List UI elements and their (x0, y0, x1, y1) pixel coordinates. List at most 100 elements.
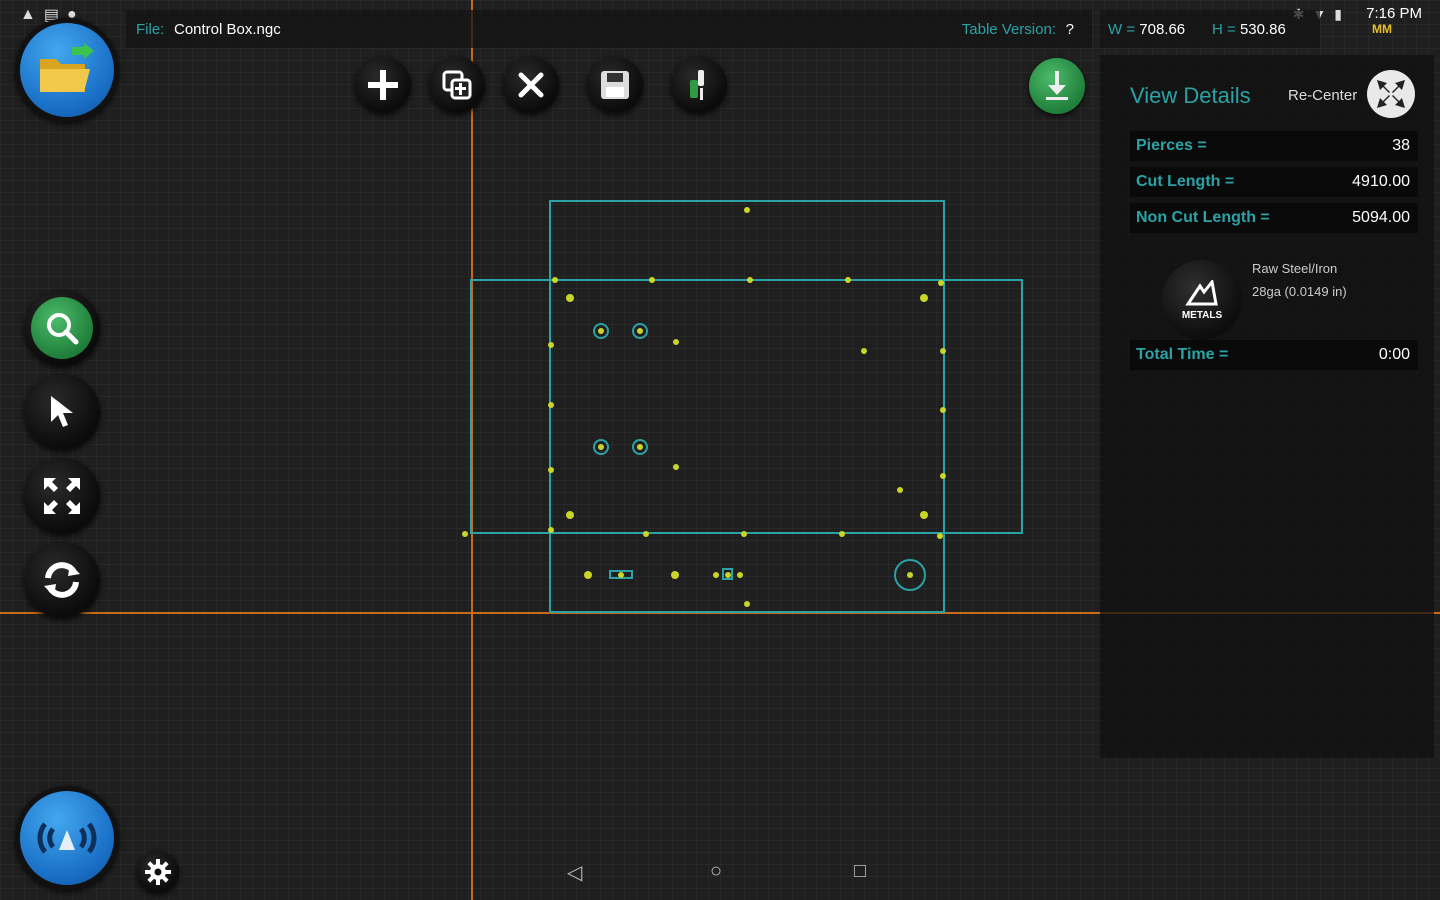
fit-view-button[interactable] (24, 458, 100, 534)
hole-outline (593, 323, 609, 339)
pierce-point (940, 473, 946, 479)
select-pointer-icon (51, 396, 73, 427)
duplicate-icon (442, 70, 472, 100)
wireless-machine-icon (37, 822, 97, 854)
machine-control-button[interactable] (15, 786, 119, 890)
pierce-point (548, 467, 554, 473)
drawing-canvas[interactable] (0, 0, 1440, 900)
hole-outline (632, 439, 648, 455)
pierce-point (920, 294, 928, 302)
download-button[interactable] (1029, 58, 1085, 114)
pierce-point (839, 531, 845, 537)
cut-length-value: 4910.00 (1352, 173, 1410, 190)
pierce-point (938, 280, 944, 286)
file-name: Control Box.ngc (174, 21, 281, 38)
pierce-point (725, 572, 731, 578)
material-logo-icon (1185, 279, 1218, 305)
pierce-point (548, 342, 554, 348)
zoom-icon (47, 313, 79, 345)
non-cut-length-label: Non Cut Length = (1136, 209, 1270, 226)
pierce-point (747, 277, 753, 283)
recenter-button[interactable] (1367, 70, 1415, 118)
pierce-point (552, 277, 558, 283)
pierce-point (741, 531, 747, 537)
pierce-point (584, 571, 592, 579)
pierce-point (548, 527, 554, 533)
large-hole-outline (894, 559, 926, 591)
add-button[interactable] (355, 57, 411, 113)
right-flap-outline (943, 279, 1023, 534)
y-axis-guide (471, 0, 473, 900)
slot-outline (609, 570, 633, 579)
pierce-point (643, 531, 649, 537)
pierce-point (649, 277, 655, 283)
small-slot-outline (722, 568, 733, 580)
pierce-point (861, 348, 867, 354)
pierce-point (940, 407, 946, 413)
material-gauge: 28ga (0.0149 in) (1252, 284, 1347, 299)
non-cut-length-value: 5094.00 (1352, 209, 1410, 226)
pierce-point (598, 444, 604, 450)
material-button[interactable]: METALS (1162, 260, 1242, 340)
pierce-point (637, 444, 643, 450)
height-value: 530.86 (1239, 21, 1286, 38)
gear-icon (145, 859, 171, 885)
width-value: 708.66 (1139, 21, 1186, 38)
table-version-value: ? (1065, 21, 1074, 38)
back-nav-icon[interactable]: ◁ (567, 860, 582, 885)
fit-view-icon (44, 478, 80, 514)
select-button[interactable] (24, 374, 100, 450)
material-name: Raw Steel/Iron (1252, 261, 1338, 276)
pierce-point (937, 533, 943, 539)
refresh-button[interactable] (24, 542, 100, 618)
height-readout: H = 530.86 (1212, 21, 1286, 38)
pierce-point (673, 339, 679, 345)
dimensions-bar: W = 708.66 H = 530.86 (1100, 10, 1320, 48)
add-icon (368, 70, 398, 100)
pierce-point (940, 348, 946, 354)
hole-outline (593, 439, 609, 455)
pierce-point (618, 572, 624, 578)
home-nav-icon[interactable]: ○ (710, 860, 722, 883)
unit-badge[interactable]: MM (1372, 22, 1392, 36)
pierce-point (671, 571, 679, 579)
height-label: H = (1212, 21, 1236, 38)
view-details-panel: View Details Re-Center Pierces = 38 Cut … (1100, 55, 1434, 758)
zoom-button-face (31, 297, 93, 359)
pierce-point (566, 511, 574, 519)
recenter-label: Re-Center (1288, 87, 1358, 104)
duplicate-button[interactable] (429, 57, 485, 113)
view-details-title[interactable]: View Details (1130, 83, 1251, 109)
zoom-button[interactable] (24, 290, 100, 366)
cut-length-row: Cut Length = 4910.00 (1130, 167, 1418, 197)
pierce-point (462, 531, 468, 537)
pierce-point (907, 572, 913, 578)
torch-button[interactable] (671, 57, 727, 113)
pierce-point (744, 601, 750, 607)
save-icon (601, 71, 629, 99)
top-flap-outline (549, 200, 945, 281)
material-logo-text: METALS (1181, 309, 1223, 321)
table-version-label: Table Version: (961, 21, 1056, 38)
settings-button[interactable] (137, 851, 179, 893)
save-button[interactable] (587, 57, 643, 113)
pierce-point (548, 402, 554, 408)
recents-nav-icon[interactable]: □ (854, 860, 866, 883)
total-time-value: 0:00 (1378, 346, 1410, 363)
pierce-point (566, 294, 574, 302)
pierces-row: Pierces = 38 (1130, 131, 1418, 161)
refresh-icon (44, 562, 80, 598)
pierce-point (737, 572, 743, 578)
left-flap-outline (470, 279, 551, 534)
pierce-point (598, 328, 604, 334)
file-label: File: (136, 21, 165, 38)
pierces-label: Pierces = (1136, 137, 1207, 154)
open-file-button[interactable] (15, 18, 119, 122)
part-drawing[interactable] (0, 0, 1100, 900)
battery-icon: ▮ (1334, 6, 1342, 22)
clock: 7:16 PM (1366, 5, 1422, 22)
width-readout: W = 708.66 (1108, 21, 1185, 38)
recenter-icon (1377, 80, 1405, 108)
delete-button[interactable] (503, 57, 559, 113)
pierce-point (744, 207, 750, 213)
